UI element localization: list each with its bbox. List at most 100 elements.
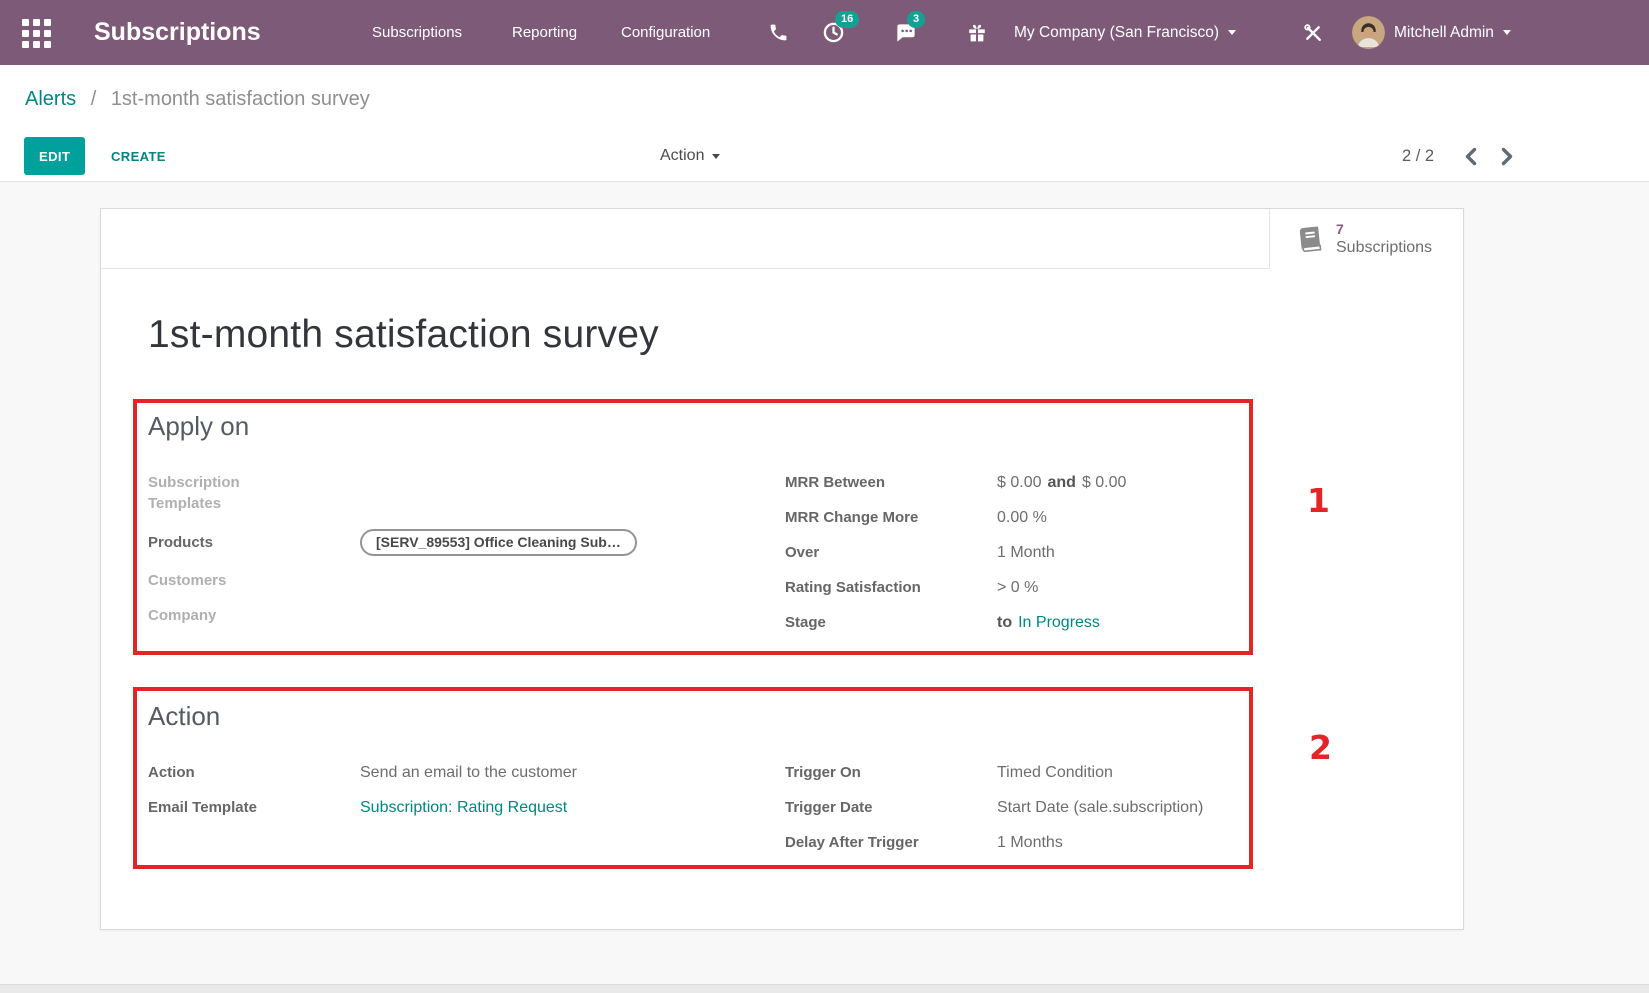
menu-subscriptions[interactable]: Subscriptions: [372, 0, 462, 65]
mrr-min-value: $ 0.00: [997, 474, 1041, 491]
messages-count-badge: 3: [907, 11, 925, 28]
breadcrumb-alerts-link[interactable]: Alerts: [25, 88, 76, 110]
delay-after-trigger-label: Delay After Trigger: [785, 832, 997, 853]
field-row-trigger-on: Trigger On Timed Condition: [785, 762, 1257, 783]
company-name: My Company (San Francisco): [1014, 24, 1219, 42]
field-row-stage: Stage toIn Progress: [785, 612, 1257, 633]
field-row-email-template: Email Template Subscription: Rating Requ…: [148, 797, 708, 818]
menu-reporting[interactable]: Reporting: [512, 0, 577, 65]
field-row-delay-after-trigger: Delay After Trigger 1 Months: [785, 832, 1257, 853]
create-button[interactable]: CREATE: [103, 137, 174, 175]
mrr-max-value: $ 0.00: [1082, 474, 1126, 491]
book-icon: [1295, 224, 1326, 255]
messages-button[interactable]: 3: [894, 0, 917, 65]
apply-on-section: Apply on Subscription Templates Products…: [148, 411, 1264, 472]
field-row-products: Products [SERV_89553] Office Cleaning Su…: [148, 529, 708, 556]
stage-in-progress-link[interactable]: In Progress: [1018, 614, 1100, 631]
email-template-link[interactable]: Subscription: Rating Request: [360, 799, 567, 816]
rewards-button[interactable]: [966, 0, 988, 65]
products-tag[interactable]: [SERV_89553] Office Cleaning Sub…: [360, 529, 637, 556]
grid-dot: [44, 19, 51, 26]
rating-satisfaction-label: Rating Satisfaction: [785, 577, 997, 598]
avatar: [1352, 16, 1385, 49]
mrr-between-label: MRR Between: [785, 472, 997, 493]
rating-satisfaction-value: > 0 %: [997, 577, 1038, 598]
apply-on-heading: Apply on: [148, 411, 1264, 442]
caret-down-icon: [1228, 30, 1236, 35]
breadcrumb-current: 1st-month satisfaction survey: [111, 88, 370, 110]
field-row-subscription-templates: Subscription Templates: [148, 472, 708, 514]
chevron-right-icon: [1501, 147, 1514, 166]
edit-button[interactable]: EDIT: [24, 137, 85, 175]
grid-dot: [33, 19, 40, 26]
field-row-mrr-between: MRR Between $ 0.00 and $ 0.00: [785, 472, 1257, 493]
grid-dot: [44, 30, 51, 37]
company-switcher[interactable]: My Company (San Francisco): [1014, 0, 1236, 65]
action-value: Send an email to the customer: [360, 762, 577, 783]
button-box: 7 Subscriptions: [101, 209, 1463, 269]
caret-down-icon: [1503, 30, 1511, 35]
phone-icon: [768, 22, 789, 43]
pager-previous-button[interactable]: [1464, 147, 1477, 166]
action-label: Action: [148, 762, 360, 783]
action-section: Action Action Send an email to the custo…: [148, 701, 1264, 762]
stat-value: 7: [1336, 220, 1432, 238]
mrr-and-word: and: [1047, 474, 1075, 491]
apps-menu-button[interactable]: [22, 19, 51, 48]
mrr-between-value: $ 0.00 and $ 0.00: [997, 472, 1126, 493]
action-left-column: Action Send an email to the customer Ema…: [148, 762, 708, 832]
mrr-change-label: MRR Change More: [785, 507, 997, 528]
debug-tools-button[interactable]: [1302, 0, 1324, 65]
trigger-date-label: Trigger Date: [785, 797, 997, 818]
grid-dot: [22, 19, 29, 26]
apply-on-right-column: MRR Between $ 0.00 and $ 0.00 MRR Change M…: [785, 472, 1257, 647]
field-row-company: Company: [148, 605, 708, 626]
trigger-date-value: Start Date (sale.subscription): [997, 797, 1203, 818]
stage-to-word: to: [997, 614, 1012, 631]
customers-label: Customers: [148, 570, 360, 591]
delay-after-trigger-value: 1 Months: [997, 832, 1063, 853]
field-row-action: Action Send an email to the customer: [148, 762, 708, 783]
top-navbar: Subscriptions Subscriptions Reporting Co…: [0, 0, 1649, 65]
subscriptions-stat-button[interactable]: 7 Subscriptions: [1269, 209, 1463, 269]
grid-dot: [22, 41, 29, 48]
annotation-number-1: 1: [1307, 481, 1330, 520]
content-area: 7 Subscriptions 1st-month satisfaction s…: [0, 182, 1649, 993]
action-menu-label: Action: [660, 147, 704, 165]
pager-next-button[interactable]: [1501, 147, 1514, 166]
user-name: Mitchell Admin: [1394, 24, 1494, 42]
stat-label: Subscriptions: [1336, 238, 1432, 259]
activities-button[interactable]: 16: [822, 0, 845, 65]
menu-configuration[interactable]: Configuration: [621, 0, 710, 65]
user-menu[interactable]: Mitchell Admin: [1352, 0, 1511, 65]
stage-value: to In Progress: [997, 612, 1100, 633]
mrr-change-value: 0.00 %: [997, 507, 1047, 528]
grid-dot: [33, 30, 40, 37]
form-sheet: 7 Subscriptions 1st-month satisfaction s…: [100, 208, 1464, 930]
field-row-trigger-date: Trigger Date Start Date (sale.subscripti…: [785, 797, 1257, 818]
products-label: Products: [148, 532, 360, 553]
breadcrumb-separator: /: [91, 88, 97, 110]
tools-icon: [1302, 22, 1324, 44]
app-window: Subscriptions Subscriptions Reporting Co…: [0, 0, 1649, 993]
breadcrumb: Alerts / 1st-month satisfaction survey: [0, 65, 1649, 130]
voip-button[interactable]: [768, 0, 789, 65]
field-row-over: Over 1 Month: [785, 542, 1257, 563]
field-row-rating-satisfaction: Rating Satisfaction > 0 %: [785, 577, 1257, 598]
control-panel: EDIT CREATE Action 2 / 2: [0, 130, 1649, 182]
grid-dot: [33, 41, 40, 48]
trigger-on-value: Timed Condition: [997, 762, 1113, 783]
record-title: 1st-month satisfaction survey: [148, 313, 659, 357]
apply-on-left-column: Subscription Templates Products [SERV_89…: [148, 472, 708, 640]
over-value: 1 Month: [997, 542, 1055, 563]
chevron-left-icon: [1464, 147, 1477, 166]
action-heading: Action: [148, 701, 1264, 732]
email-template-label: Email Template: [148, 797, 360, 818]
app-title[interactable]: Subscriptions: [94, 0, 261, 65]
caret-down-icon: [712, 154, 720, 159]
trigger-on-label: Trigger On: [785, 762, 997, 783]
field-row-customers: Customers: [148, 570, 708, 591]
grid-dot: [22, 30, 29, 37]
pager-value[interactable]: 2 / 2: [1402, 147, 1434, 166]
action-menu-button[interactable]: Action: [660, 130, 720, 182]
